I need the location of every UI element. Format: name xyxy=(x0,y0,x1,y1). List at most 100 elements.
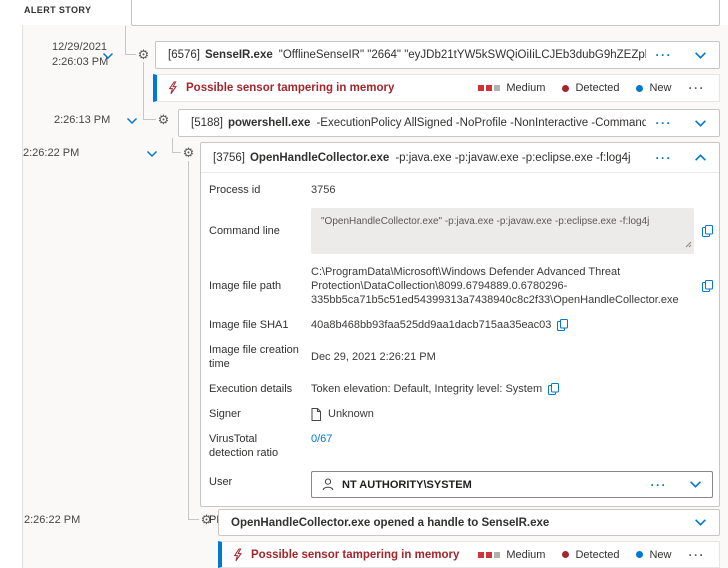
detail-label-creation-time: Image file creation time xyxy=(209,343,311,371)
process-card-powershell[interactable]: [5188] powershell.exe -ExecutionPolicy A… xyxy=(178,109,720,137)
tree-connector xyxy=(125,54,136,55)
detail-label-command-line: Command line xyxy=(209,224,311,238)
process-card-header[interactable]: [3756] OpenHandleCollector.exe -p:java.e… xyxy=(201,143,719,173)
detail-label-user: User xyxy=(209,471,311,489)
more-options-button[interactable]: ··· xyxy=(656,153,673,163)
classification-badge: New xyxy=(636,549,671,561)
collapse-chevron-icon[interactable] xyxy=(145,148,159,160)
alert-title: Possible sensor tampering in memory xyxy=(186,82,394,94)
classification-label: New xyxy=(649,82,671,94)
copy-icon[interactable] xyxy=(557,319,568,331)
chevron-down-icon[interactable] xyxy=(694,518,707,527)
detection-status-badge: Detected xyxy=(562,549,619,561)
section-title: ALERT STORY xyxy=(24,5,91,15)
severity-squares-icon xyxy=(478,552,500,558)
process-pid: [6576] xyxy=(168,49,200,61)
tree-connector xyxy=(188,161,189,520)
severity-badge: Medium xyxy=(478,549,545,561)
timestamp-group-2: 2:26:13 PM xyxy=(54,113,110,128)
gear-icon: ⚙ xyxy=(181,145,196,160)
severity-label: Medium xyxy=(506,549,545,561)
tree-connector xyxy=(143,119,156,120)
alert-row[interactable]: Possible sensor tampering in memory Medi… xyxy=(153,74,720,102)
timestamp-date: 12/29/2021 xyxy=(52,40,108,55)
process-name: SenseIR.exe xyxy=(205,49,273,61)
tree-connector xyxy=(143,62,144,120)
more-options-button[interactable]: ··· xyxy=(689,550,706,560)
alert-story-screen: ALERT STORY 12/29/2021 2:26:03 PM 2:26:1… xyxy=(0,0,728,568)
command-line-textbox[interactable]: "OpenHandleCollector.exe" -p:java.exe -p… xyxy=(311,208,694,254)
process-card-openhandlecollector-expanded: [3756] OpenHandleCollector.exe -p:java.e… xyxy=(200,142,720,507)
detail-value-process-id: 3756 xyxy=(311,184,713,196)
process-name: powershell.exe xyxy=(228,117,310,129)
command-line-text: "OpenHandleCollector.exe" -p:java.exe -p… xyxy=(321,216,649,227)
process-card-senseir[interactable]: [6576] SenseIR.exe "OfflineSenseIR" "266… xyxy=(155,41,720,69)
collapse-chevron-icon[interactable] xyxy=(101,50,115,62)
detail-label-image-file-path: Image file path xyxy=(209,279,311,293)
detail-label-signer: Signer xyxy=(209,407,311,421)
detection-status-label: Detected xyxy=(575,549,619,561)
detail-label-execution-details: Execution details xyxy=(209,382,311,396)
tree-connector xyxy=(188,519,199,520)
tree-connector xyxy=(172,138,173,153)
process-details-panel: Process id 3756 Command line "OpenHandle… xyxy=(201,173,719,536)
classification-label: New xyxy=(649,549,671,561)
more-options-button[interactable]: ··· xyxy=(689,83,706,93)
chevron-down-icon[interactable] xyxy=(694,51,707,60)
lightning-icon xyxy=(232,548,243,562)
user-name: NT AUTHORITY\SYSTEM xyxy=(342,479,472,491)
timestamp-time: 2:26:03 PM xyxy=(52,55,108,70)
chevron-down-icon[interactable] xyxy=(694,119,707,128)
alert-row[interactable]: Possible sensor tampering in memory Medi… xyxy=(218,541,720,568)
chevron-down-icon[interactable] xyxy=(689,480,702,489)
severity-label: Medium xyxy=(506,82,545,94)
lightning-icon xyxy=(167,81,178,95)
detail-value-image-file-path: C:\ProgramData\Microsoft\Windows Defende… xyxy=(311,265,702,307)
process-pid: [3756] xyxy=(213,152,245,164)
timestamp-group-4: 2:26:22 PM xyxy=(24,513,80,528)
tree-connector xyxy=(125,26,126,55)
copy-icon[interactable] xyxy=(694,225,713,237)
classification-badge: New xyxy=(636,82,671,94)
process-args: -ExecutionPolicy AllSigned -NoProfile -N… xyxy=(316,117,645,129)
more-options-button[interactable]: ··· xyxy=(656,50,673,60)
gear-icon: ⚙ xyxy=(156,112,171,127)
detail-value-creation-time: Dec 29, 2021 2:26:21 PM xyxy=(311,351,713,363)
person-icon xyxy=(322,478,334,491)
detected-dot-icon xyxy=(562,85,569,92)
detail-value-execution-details: Token elevation: Default, Integrity leve… xyxy=(311,383,542,395)
detection-status-label: Detected xyxy=(575,82,619,94)
virustotal-ratio-link[interactable]: 0/67 xyxy=(311,433,332,445)
severity-squares-icon xyxy=(478,85,500,91)
more-options-button[interactable]: ··· xyxy=(651,480,668,490)
timestamp-group-3: 2:26:22 PM xyxy=(23,146,79,161)
collapse-chevron-icon[interactable] xyxy=(125,115,139,127)
detected-dot-icon xyxy=(562,551,569,558)
copy-icon[interactable] xyxy=(548,383,559,395)
more-options-button[interactable]: ··· xyxy=(656,118,673,128)
detail-label-image-file-sha1: Image file SHA1 xyxy=(209,318,311,332)
timestamp-group-1: 12/29/2021 2:26:03 PM xyxy=(52,40,108,70)
copy-icon[interactable] xyxy=(702,280,713,292)
chevron-up-icon[interactable] xyxy=(694,153,707,162)
new-dot-icon xyxy=(636,85,643,92)
process-args: "OfflineSenseIR" "2664" "eyJDb21tYW5kSWQ… xyxy=(279,49,646,61)
new-dot-icon xyxy=(636,551,643,558)
user-dropdown[interactable]: NT AUTHORITY\SYSTEM ··· xyxy=(311,471,713,498)
detail-value-image-file-sha1: 40a8b468bb93faa525dd9aa1dacb715aa35eac03 xyxy=(311,319,551,331)
detail-label-process-id: Process id xyxy=(209,183,311,197)
handle-event-card[interactable]: OpenHandleCollector.exe opened a handle … xyxy=(218,509,720,536)
detection-status-badge: Detected xyxy=(562,82,619,94)
process-pid: [5188] xyxy=(191,117,223,129)
severity-badge: Medium xyxy=(478,82,545,94)
handle-event-text: OpenHandleCollector.exe opened a handle … xyxy=(231,517,549,529)
parent-process-card-partial[interactable] xyxy=(131,0,720,26)
alert-title: Possible sensor tampering in memory xyxy=(251,549,459,561)
tree-connector xyxy=(172,152,181,153)
detail-value-signer: Unknown xyxy=(328,408,374,420)
detail-label-virustotal: VirusTotal detection ratio xyxy=(209,432,311,460)
gear-icon: ⚙ xyxy=(136,47,151,62)
process-args: -p:java.exe -p:javaw.exe -p:eclipse.exe … xyxy=(395,152,630,164)
certificate-icon xyxy=(311,408,321,421)
resize-grip-icon[interactable] xyxy=(685,239,692,252)
